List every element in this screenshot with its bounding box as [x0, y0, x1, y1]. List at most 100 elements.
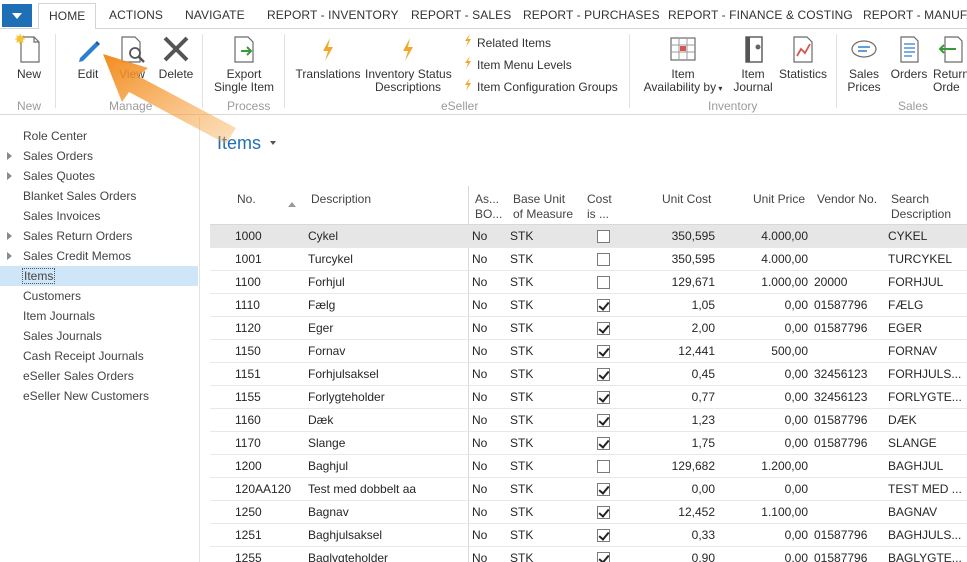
- tab-navigate[interactable]: NAVIGATE: [185, 8, 245, 22]
- nav-item-eseller-new-customers[interactable]: eSeller New Customers: [0, 386, 198, 406]
- item-menu-levels-button[interactable]: Item Menu Levels: [463, 56, 572, 72]
- nav-item-sales-orders[interactable]: Sales Orders: [0, 146, 198, 166]
- sort-ascending-icon: [288, 202, 296, 207]
- cell-base-unit: STK: [510, 505, 534, 519]
- cost-adjusted-checkbox[interactable]: [597, 253, 610, 266]
- nav-item-sales-return-orders[interactable]: Sales Return Orders: [0, 226, 198, 246]
- edit-button[interactable]: Edit: [72, 34, 104, 81]
- nav-item-item-journals[interactable]: Item Journals: [0, 306, 198, 326]
- table-row[interactable]: 1251 Baghjulsaksel No STK 0,33 0,00 01587796 BA…: [210, 524, 967, 547]
- table-row[interactable]: 1155 Forlygteholder No STK 0,77 0,00 32456123 F…: [210, 386, 967, 409]
- cell-unit-price: 1.100,00: [761, 505, 808, 519]
- cell-vendor-no: 32456123: [814, 390, 868, 404]
- delete-button[interactable]: Delete: [158, 34, 194, 81]
- cost-adjusted-checkbox[interactable]: [597, 460, 610, 473]
- table-row[interactable]: 1255 Baglygteholder No STK 0,90 0,00 01587796 B…: [210, 547, 967, 562]
- expand-arrow-icon[interactable]: [7, 172, 12, 180]
- export-single-item-button[interactable]: Export Single Item: [212, 34, 276, 94]
- nav-item-sales-invoices[interactable]: Sales Invoices: [0, 206, 198, 226]
- cost-adjusted-checkbox[interactable]: [597, 322, 610, 335]
- expand-arrow-icon[interactable]: [7, 232, 12, 240]
- cost-adjusted-checkbox[interactable]: [597, 483, 610, 496]
- nav-item-label: eSeller Sales Orders: [23, 369, 134, 383]
- new-document-icon: [15, 34, 40, 63]
- orders-button[interactable]: Orders: [889, 34, 929, 81]
- cost-adjusted-checkbox[interactable]: [597, 437, 610, 450]
- page-title[interactable]: Items: [217, 133, 261, 154]
- cost-adjusted-checkbox[interactable]: [597, 299, 610, 312]
- availability-grid-icon: [670, 37, 696, 61]
- cost-adjusted-checkbox[interactable]: [597, 368, 610, 381]
- cell-base-unit: STK: [510, 436, 534, 450]
- nav-item-role-center[interactable]: Role Center: [0, 126, 198, 146]
- inventory-status-descriptions-button[interactable]: Inventory Status Descriptions: [365, 34, 452, 94]
- nav-item-customers[interactable]: Customers: [0, 286, 198, 306]
- nav-item-cash-receipt-journals[interactable]: Cash Receipt Journals: [0, 346, 198, 366]
- tab-home[interactable]: HOME: [38, 3, 97, 30]
- table-row[interactable]: 1160 Dæk No STK 1,23 0,00 01587796 DÆK: [210, 409, 967, 432]
- cost-adjusted-checkbox[interactable]: [597, 414, 610, 427]
- table-row[interactable]: 1001 Turcykel No STK 350,595 4.000,00 TURCYKEL: [210, 248, 967, 271]
- table-row[interactable]: 1000 Cykel No STK 350,595 4.000,00 CYKEL: [210, 225, 967, 248]
- statistics-label: Statistics: [778, 67, 827, 81]
- table-row[interactable]: 1100 Forhjul No STK 129,671 1.000,00 20000 FORH…: [210, 271, 967, 294]
- new-button[interactable]: New: [12, 34, 46, 81]
- cost-adjusted-checkbox[interactable]: [597, 230, 610, 243]
- group-divider: [284, 34, 285, 108]
- cell-unit-price: 0,00: [784, 551, 808, 562]
- item-journal-button[interactable]: Item Journal: [732, 34, 774, 94]
- cell-vendor-no: 32456123: [814, 367, 868, 381]
- nav-item-blanket-sales-orders[interactable]: Blanket Sales Orders: [0, 186, 198, 206]
- translations-button[interactable]: Translations: [294, 34, 362, 81]
- table-row[interactable]: 1120 Eger No STK 2,00 0,00 01587796 EGER: [210, 317, 967, 340]
- tab-report-purchases[interactable]: REPORT - PURCHASES: [523, 8, 660, 22]
- table-row[interactable]: 120AA120 Test med dobbelt aa No STK 0,00 0,00…: [210, 478, 967, 501]
- view-button[interactable]: View: [115, 34, 149, 81]
- table-row[interactable]: 1200 Baghjul No STK 129,682 1.200,00 BAGHJUL: [210, 455, 967, 478]
- tab-actions[interactable]: ACTIONS: [109, 8, 163, 22]
- cell-unit-cost: 0,77: [691, 390, 715, 404]
- nav-item-eseller-sales-orders[interactable]: eSeller Sales Orders: [0, 366, 198, 386]
- cell-unit-price: 500,00: [771, 344, 808, 358]
- nav-item-sales-quotes[interactable]: Sales Quotes: [0, 166, 198, 186]
- cost-adjusted-checkbox[interactable]: [597, 529, 610, 542]
- cost-adjusted-checkbox[interactable]: [597, 552, 610, 562]
- tab-report-finance-costing[interactable]: REPORT - FINANCE & COSTING: [668, 8, 853, 22]
- tab-report-manufacturing[interactable]: REPORT - MANUFA: [863, 8, 967, 22]
- cost-adjusted-checkbox[interactable]: [597, 276, 610, 289]
- cell-no: 1120: [235, 321, 261, 335]
- table-row[interactable]: 1170 Slange No STK 1,75 0,00 01587796 SLANGE: [210, 432, 967, 455]
- cell-description: Cykel: [308, 229, 339, 243]
- statistics-button[interactable]: Statistics: [778, 34, 828, 81]
- tab-report-sales[interactable]: REPORT - SALES: [411, 8, 511, 22]
- item-availability-by-button[interactable]: Item Availability by ▾: [641, 34, 725, 95]
- related-items-button[interactable]: Related Items: [463, 34, 551, 50]
- new-button-label: New: [16, 67, 41, 81]
- expand-arrow-icon[interactable]: [7, 252, 12, 260]
- cost-adjusted-checkbox[interactable]: [597, 345, 610, 358]
- table-row[interactable]: 1150 Fornav No STK 12,441 500,00 FORNAV: [210, 340, 967, 363]
- cell-unit-cost: 1,75: [691, 436, 715, 450]
- price-tag-icon: [851, 40, 877, 58]
- return-orders-button[interactable]: Return Orde: [933, 34, 967, 94]
- expand-arrow-icon[interactable]: [7, 152, 12, 160]
- nav-item-items[interactable]: Items: [0, 266, 198, 286]
- tab-report-inventory[interactable]: REPORT - INVENTORY: [267, 8, 399, 22]
- title-dropdown-icon[interactable]: [270, 141, 276, 145]
- sales-prices-label-line2: Prices: [847, 80, 881, 94]
- application-menu-button[interactable]: [2, 4, 32, 27]
- group-divider: [629, 34, 630, 108]
- table-row[interactable]: 1250 Bagnav No STK 12,452 1.100,00 BAGNAV: [210, 501, 967, 524]
- nav-item-sales-journals[interactable]: Sales Journals: [0, 326, 198, 346]
- cost-adjusted-checkbox[interactable]: [597, 391, 610, 404]
- cell-assembly-bom: No: [472, 482, 488, 496]
- item-configuration-groups-button[interactable]: Item Configuration Groups: [463, 78, 618, 94]
- delete-button-label: Delete: [158, 67, 194, 81]
- cell-unit-cost: 1,23: [691, 413, 715, 427]
- sales-prices-button[interactable]: Sales Prices: [845, 34, 883, 94]
- table-row[interactable]: 1110 Fælg No STK 1,05 0,00 01587796 FÆLG: [210, 294, 967, 317]
- table-row[interactable]: 1151 Forhjulsaksel No STK 0,45 0,00 32456123 FO…: [210, 363, 967, 386]
- cell-search-description: FORHJULS...: [888, 367, 962, 381]
- cost-adjusted-checkbox[interactable]: [597, 506, 610, 519]
- nav-item-sales-credit-memos[interactable]: Sales Credit Memos: [0, 246, 198, 266]
